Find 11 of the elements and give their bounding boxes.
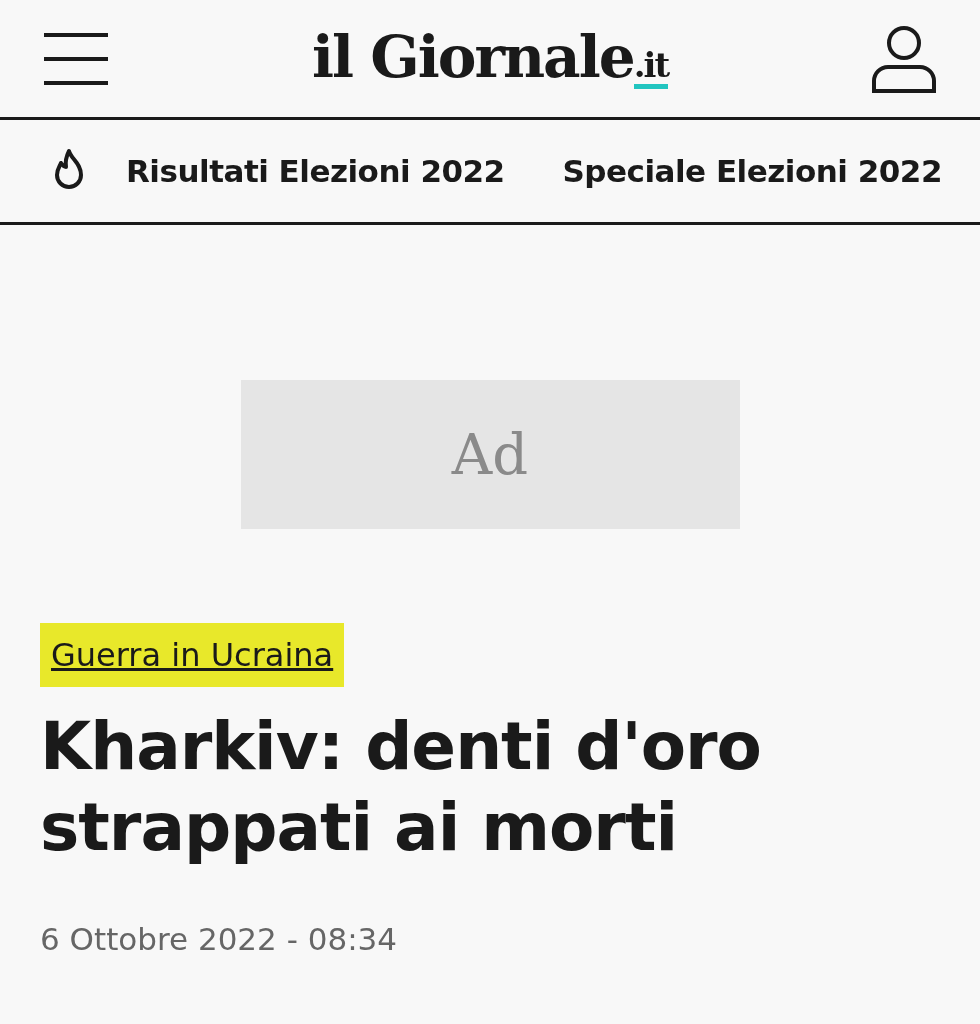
article-title: Kharkiv: denti d'oro strappati ai morti [40,707,762,868]
site-logo[interactable]: il Giornale.it [311,28,669,89]
logo-name: il Giornale [311,28,634,86]
ad-label: Ad [451,420,529,489]
user-icon [871,24,937,93]
nav-link[interactable]: Risultati Elezioni 2022 [126,147,505,195]
nav-link[interactable]: Speciale Elezioni 2022 [562,147,942,195]
category-tag[interactable]: Guerra in Ucraina [40,623,345,687]
logo-suffix: .it [633,48,669,89]
menu-icon [42,30,110,87]
article-date: 6 Ottobre 2022 - 08:34 [40,920,399,960]
